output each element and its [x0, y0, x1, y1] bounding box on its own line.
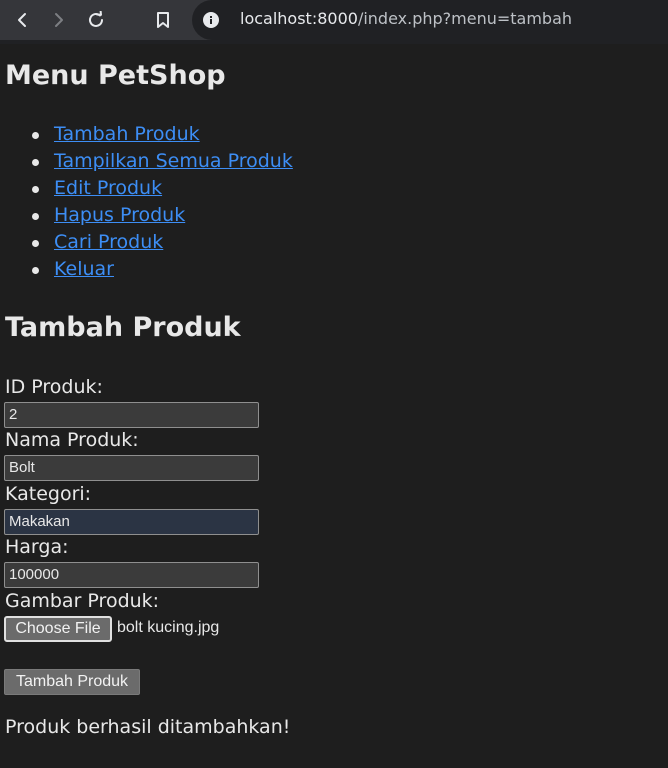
menu-item-keluar: Keluar — [0, 256, 293, 283]
choose-file-button[interactable]: Choose File — [4, 616, 112, 642]
menu-list: Tambah Produk Tampilkan Semua Produk Edi… — [0, 121, 293, 283]
nama-produk-label: Nama Produk: — [5, 429, 139, 451]
menu-link-edit[interactable]: Edit Produk — [54, 177, 162, 199]
url-host: localhost:8000 — [240, 9, 358, 28]
menu-title: Menu PetShop — [5, 60, 226, 91]
gambar-produk-label: Gambar Produk: — [5, 590, 160, 612]
url-path: /index.php?menu=tambah — [357, 9, 573, 28]
browser-toolbar: localhost:8000/index.php?menu=tambah — [0, 0, 668, 44]
selected-file-name: bolt kucing.jpg — [117, 619, 220, 636]
page-content: Menu PetShop Tambah Produk Tampilkan Sem… — [0, 44, 668, 768]
menu-link-tambah[interactable]: Tambah Produk — [54, 123, 200, 145]
menu-link-keluar[interactable]: Keluar — [54, 258, 114, 280]
kategori-label: Kategori: — [5, 483, 92, 505]
harga-input[interactable]: 100000 — [4, 562, 259, 588]
bookmark-icon[interactable] — [150, 7, 176, 33]
url-text[interactable]: localhost:8000/index.php?menu=tambah — [240, 9, 572, 28]
harga-label: Harga: — [5, 536, 69, 558]
tambah-produk-button[interactable]: Tambah Produk — [4, 669, 140, 695]
menu-item-hapus: Hapus Produk — [0, 202, 293, 229]
menu-item-edit: Edit Produk — [0, 175, 293, 202]
menu-item-tampilkan: Tampilkan Semua Produk — [0, 148, 293, 175]
id-produk-label: ID Produk: — [5, 376, 103, 398]
menu-item-tambah: Tambah Produk — [0, 121, 293, 148]
section-title: Tambah Produk — [5, 312, 241, 343]
menu-item-cari: Cari Produk — [0, 229, 293, 256]
menu-link-tampilkan[interactable]: Tampilkan Semua Produk — [54, 150, 293, 172]
menu-link-hapus[interactable]: Hapus Produk — [54, 204, 185, 226]
nama-produk-input[interactable]: Bolt — [4, 455, 259, 481]
address-bar[interactable]: localhost:8000/index.php?menu=tambah — [192, 0, 668, 40]
back-icon[interactable] — [9, 7, 35, 33]
info-icon[interactable] — [203, 12, 219, 28]
reload-icon[interactable] — [83, 7, 109, 33]
success-message: Produk berhasil ditambahkan! — [5, 716, 291, 738]
forward-icon[interactable] — [46, 7, 72, 33]
kategori-input[interactable]: Makakan — [4, 509, 259, 535]
id-produk-input[interactable]: 2 — [4, 402, 259, 428]
menu-link-cari[interactable]: Cari Produk — [54, 231, 163, 253]
